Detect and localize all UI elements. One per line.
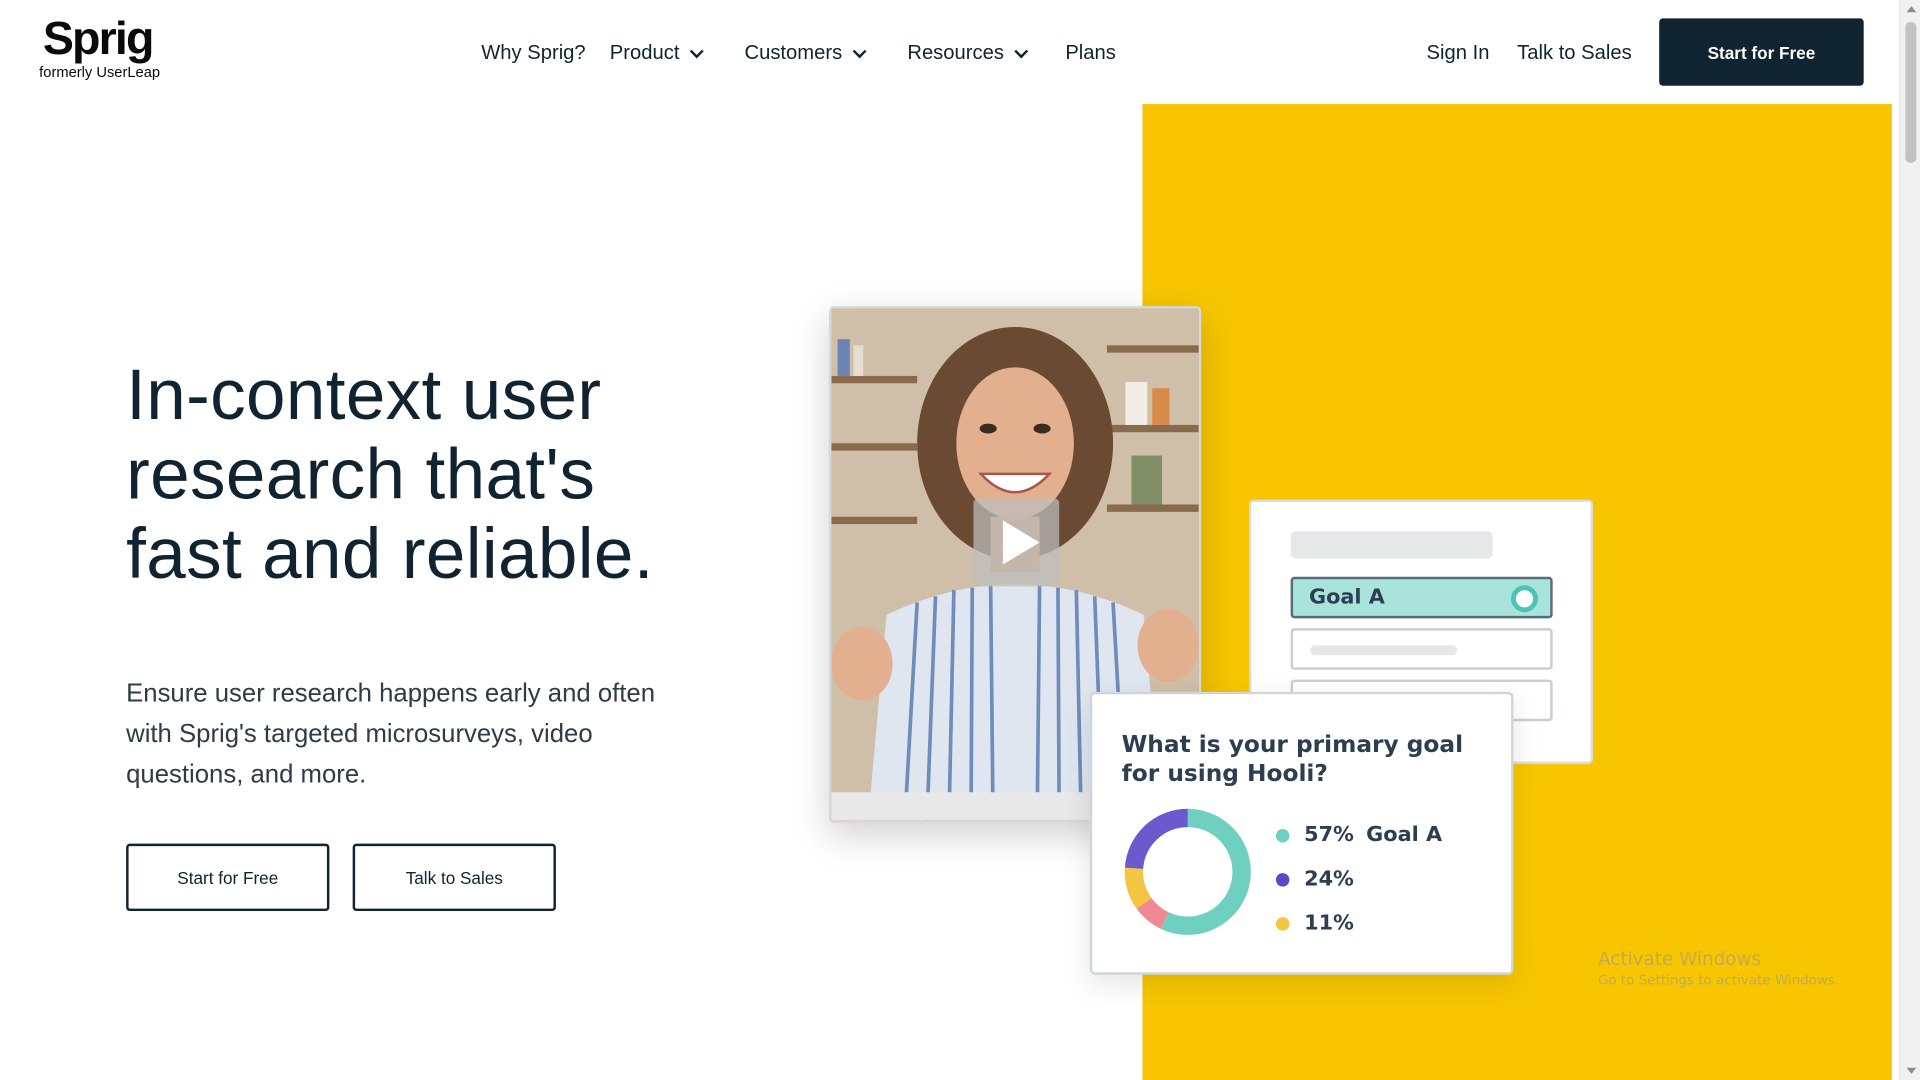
legend-percent: 24% bbox=[1304, 866, 1354, 892]
hero-title-line-3: fast and reliable. bbox=[126, 514, 654, 594]
logo-wordmark: Sprig bbox=[42, 13, 155, 65]
chevron-down-icon bbox=[689, 44, 704, 59]
option-goal-a-label: Goal A bbox=[1308, 585, 1385, 610]
sprig-logo[interactable]: Sprig formerly UserLeap bbox=[39, 15, 186, 81]
header-start-free-button[interactable]: Start for Free bbox=[1659, 18, 1864, 86]
page-scrollbar[interactable] bbox=[1899, 0, 1920, 1080]
sign-in-link[interactable]: Sign In bbox=[1427, 37, 1490, 69]
legend-dot bbox=[1275, 916, 1290, 931]
question-placeholder-bar bbox=[1290, 531, 1493, 559]
legend-label: Goal A bbox=[1366, 822, 1443, 848]
nav-why-sprig-label: Why Sprig? bbox=[481, 41, 586, 64]
legend-item-goal-a: 57% Goal A bbox=[1275, 820, 1443, 849]
option-goal-a[interactable]: Goal A bbox=[1290, 576, 1553, 619]
legend-item-2: 24% bbox=[1275, 864, 1354, 893]
results-donut-chart bbox=[1124, 808, 1251, 935]
watermark-title: Activate Windows bbox=[1597, 947, 1762, 970]
legend-percent: 11% bbox=[1304, 911, 1354, 936]
page: Sprig formerly UserLeap Why Sprig? Produ… bbox=[0, 0, 1920, 1080]
nav-product-label: Product bbox=[609, 41, 680, 64]
option-placeholder-line bbox=[1310, 645, 1458, 656]
watermark-subtitle: Go to Settings to activate Windows. bbox=[1597, 972, 1840, 989]
play-icon[interactable] bbox=[973, 498, 1060, 587]
hero-talk-to-sales-button[interactable]: Talk to Sales bbox=[352, 843, 556, 912]
legend-dot bbox=[1275, 872, 1290, 886]
nav-resources[interactable]: Resources bbox=[907, 37, 1029, 69]
hero-subtitle: Ensure user research happens early and o… bbox=[126, 679, 656, 789]
radio-selected-icon bbox=[1511, 585, 1538, 613]
legend-dot bbox=[1275, 828, 1290, 842]
legend-item-3: 11% bbox=[1275, 909, 1354, 938]
hero-title: In-context user research that's fast and… bbox=[126, 355, 763, 594]
survey-results-card: What is your primary goal for using Hool… bbox=[1089, 691, 1514, 975]
hero-title-line-1: In-context user bbox=[126, 355, 602, 435]
option-placeholder[interactable] bbox=[1290, 628, 1553, 670]
chevron-down-icon bbox=[852, 44, 867, 59]
nav-customers-label: Customers bbox=[744, 41, 843, 64]
nav-plans-label: Plans bbox=[1065, 41, 1116, 64]
hero-start-free-button[interactable]: Start for Free bbox=[126, 843, 330, 912]
chevron-down-icon bbox=[1014, 44, 1029, 59]
logo-subtext: formerly UserLeap bbox=[39, 63, 161, 81]
scroll-up-icon[interactable] bbox=[1906, 6, 1917, 13]
nav-why-sprig[interactable]: Why Sprig? bbox=[481, 37, 585, 69]
legend-percent: 57% bbox=[1304, 822, 1354, 848]
scrollbar-thumb[interactable] bbox=[1905, 22, 1917, 163]
nav-resources-label: Resources bbox=[907, 41, 1004, 64]
scroll-down-icon[interactable] bbox=[1906, 1067, 1917, 1074]
windows-activation-watermark: Activate Windows Go to Settings to activ… bbox=[1598, 947, 1839, 991]
nav-plans[interactable]: Plans bbox=[1065, 37, 1116, 69]
hero-title-line-2: research that's bbox=[126, 434, 596, 515]
nav-product[interactable]: Product bbox=[609, 37, 704, 69]
nav-customers[interactable]: Customers bbox=[744, 37, 867, 69]
talk-to-sales-link[interactable]: Talk to Sales bbox=[1517, 37, 1632, 69]
results-question: What is your primary goal for using Hool… bbox=[1121, 731, 1464, 788]
